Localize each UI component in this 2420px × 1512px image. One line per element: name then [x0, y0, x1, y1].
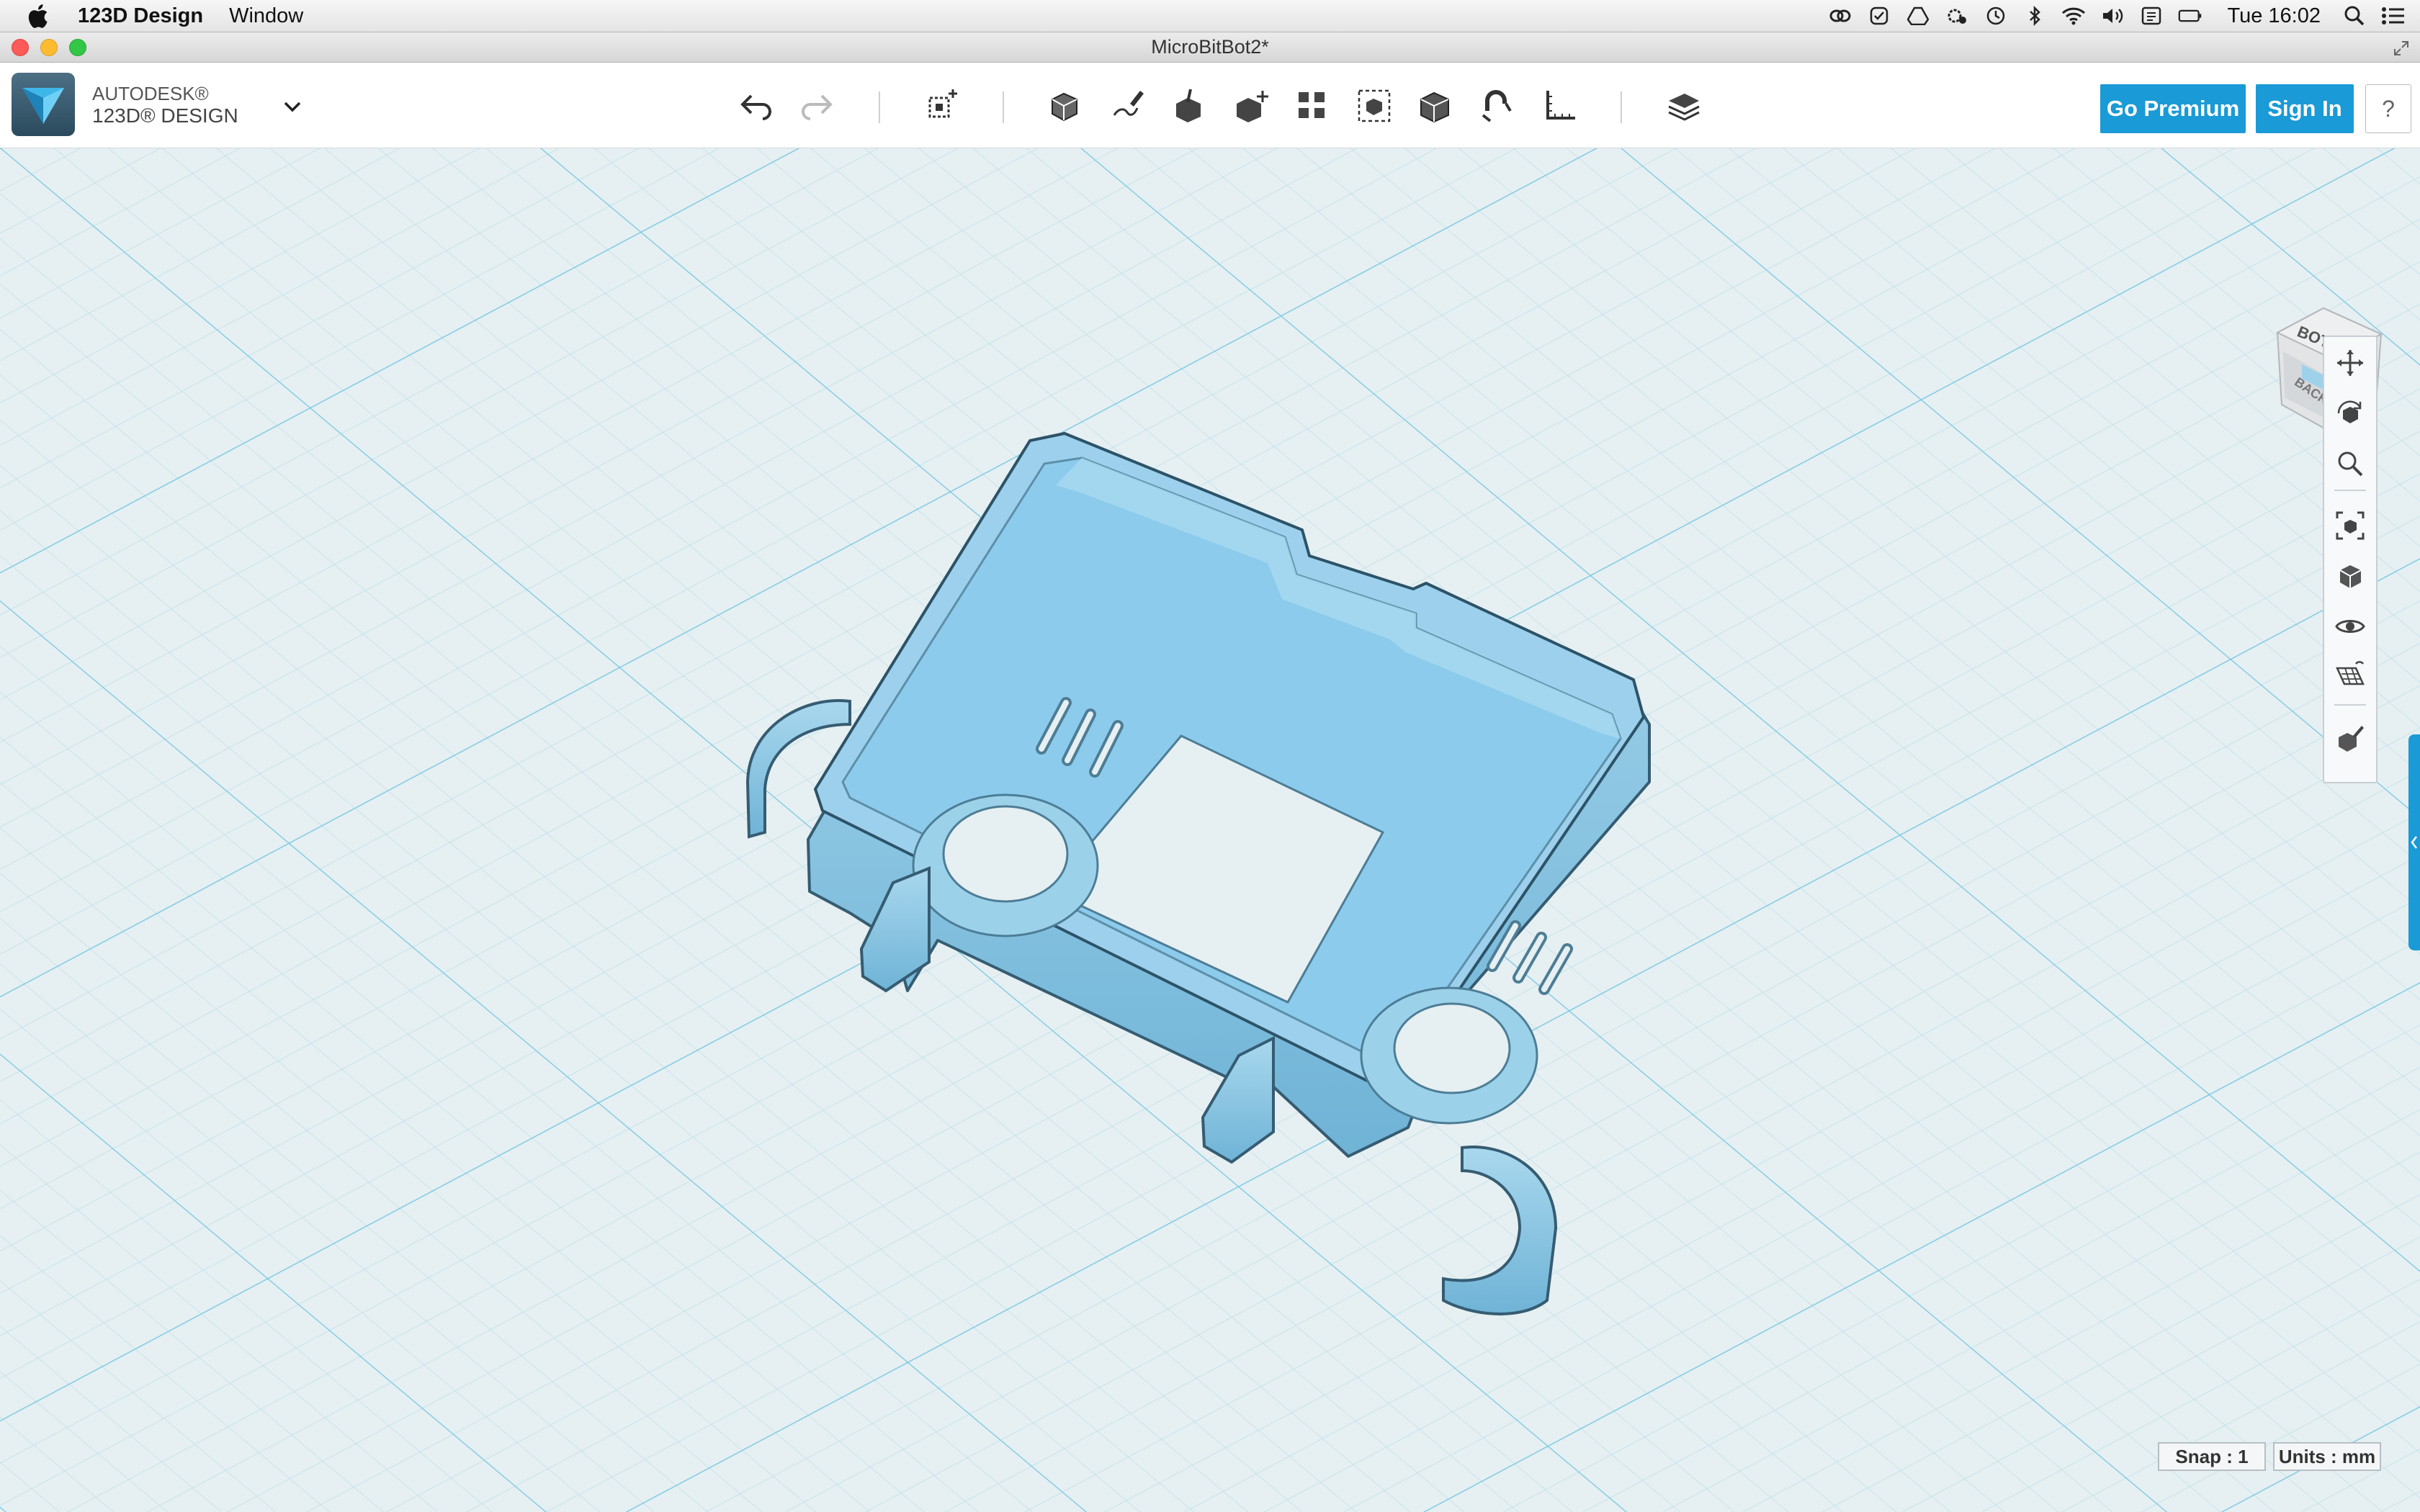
toolbar-separator: [879, 91, 880, 123]
bluetooth-icon[interactable]: [2022, 5, 2047, 27]
app-menu-logo[interactable]: [12, 73, 75, 136]
combine-box-icon: [1420, 91, 1449, 123]
transform-tool-button[interactable]: [920, 83, 967, 129]
input-source-icon[interactable]: [2139, 5, 2164, 27]
task-check-icon[interactable]: [1867, 5, 1891, 27]
side-panel-arrow-icon: [2411, 836, 2417, 849]
construct-tool-button[interactable]: [1165, 83, 1211, 129]
time-machine-icon[interactable]: [1984, 5, 2008, 27]
orbit-button[interactable]: [2331, 395, 2369, 432]
google-drive-icon[interactable]: [1906, 5, 1930, 27]
pattern-tool-button[interactable]: [1289, 83, 1335, 129]
units-status[interactable]: Units : mm: [2273, 1442, 2381, 1471]
group-icon: [1358, 89, 1391, 122]
window-title: MicroBitBot2*: [1151, 36, 1269, 58]
group-tool-button[interactable]: [1351, 83, 1397, 129]
go-premium-button[interactable]: Go Premium: [2100, 84, 2246, 133]
snap-magnet-icon: [1482, 90, 1512, 122]
sync-gear-icon[interactable]: [1945, 5, 1969, 27]
notification-center-icon[interactable]: [2381, 5, 2406, 27]
window-titlebar: MicroBitBot2*: [0, 32, 2420, 63]
orbit-icon: [2337, 400, 2362, 423]
sketch-tool-button[interactable]: [1105, 83, 1151, 129]
fullscreen-icon[interactable]: [2393, 40, 2410, 57]
eye-icon: [2335, 620, 2365, 633]
grid-canvas: BOTTOM BACK: [0, 148, 2420, 1512]
primitives-tool-button[interactable]: [1041, 83, 1088, 129]
combine-tool-button[interactable]: [1412, 83, 1458, 129]
status-menus: Tue 16:02: [1828, 0, 2420, 32]
navigation-bar: [2323, 336, 2378, 783]
toolbar-separator: [1003, 91, 1004, 123]
spotlight-search-icon[interactable]: [2342, 5, 2367, 27]
autodesk-logo-icon: [22, 88, 64, 124]
3d-viewport[interactable]: BOTTOM BACK: [0, 148, 2420, 1512]
battery-icon[interactable]: [2178, 5, 2202, 27]
sign-in-button[interactable]: Sign In: [2256, 84, 2354, 133]
brand-company: AUTODESK®: [92, 83, 209, 104]
undo-button[interactable]: [733, 83, 779, 129]
modify-tweak-icon: [1237, 91, 1268, 122]
redo-icon: [802, 94, 833, 120]
material-view-button[interactable]: [2331, 719, 2369, 756]
snap-tool-button[interactable]: [1474, 83, 1520, 129]
volume-icon[interactable]: [2100, 5, 2125, 27]
app-toolbar: AUTODESK® 123D® DESIGN Go Premium Sign I…: [0, 63, 2420, 149]
menu-bar: 123D Design Window Tue 16:02: [0, 0, 2420, 32]
visibility-button[interactable]: [2331, 608, 2369, 645]
side-panel-tab[interactable]: [2408, 734, 2420, 950]
app-menu-chevron-icon[interactable]: [282, 100, 302, 113]
measure-ruler-icon: [1546, 91, 1575, 120]
grid-view-icon: [2336, 661, 2365, 685]
wifi-icon[interactable]: [2061, 5, 2086, 27]
sketch-pencil-icon: [1113, 91, 1144, 116]
redo-button[interactable]: [794, 83, 840, 129]
primitives-box-icon: [1052, 92, 1077, 122]
material-layers-icon: [1668, 94, 1700, 121]
material-brush-icon: [2339, 726, 2364, 752]
pan-arrows-icon: [2337, 350, 2363, 376]
measure-tool-button[interactable]: [1537, 83, 1583, 129]
window-menu[interactable]: Window: [229, 4, 303, 28]
navbar-separator: [2334, 704, 2366, 706]
visual-style-button[interactable]: [2331, 557, 2369, 595]
clock[interactable]: Tue 16:02: [2227, 4, 2321, 28]
fit-view-icon: [2336, 511, 2365, 540]
construct-extrude-icon: [1176, 89, 1201, 122]
shaded-box-icon: [2339, 565, 2362, 588]
zoom-magnifier-icon: [2338, 451, 2363, 477]
snap-status[interactable]: Snap : 1: [2158, 1442, 2266, 1471]
fit-view-button[interactable]: [2331, 507, 2369, 544]
apple-menu-icon[interactable]: [27, 2, 52, 30]
help-button[interactable]: ?: [2365, 84, 2411, 133]
app-menu[interactable]: 123D Design: [78, 4, 203, 28]
brand-product: 123D® DESIGN: [92, 104, 238, 127]
navbar-separator: [2334, 490, 2366, 491]
grid-toggle-button[interactable]: [2331, 657, 2369, 694]
pattern-grid-icon: [1299, 92, 1325, 118]
material-tool-button[interactable]: [1661, 83, 1707, 129]
toolbar-separator: [1621, 91, 1622, 123]
modify-tool-button[interactable]: [1229, 83, 1275, 129]
creative-cloud-icon[interactable]: [1828, 5, 1852, 27]
zoom-button[interactable]: [2331, 445, 2369, 482]
undo-icon: [740, 94, 771, 120]
pan-button[interactable]: [2331, 344, 2369, 382]
transform-icon: [928, 89, 957, 118]
